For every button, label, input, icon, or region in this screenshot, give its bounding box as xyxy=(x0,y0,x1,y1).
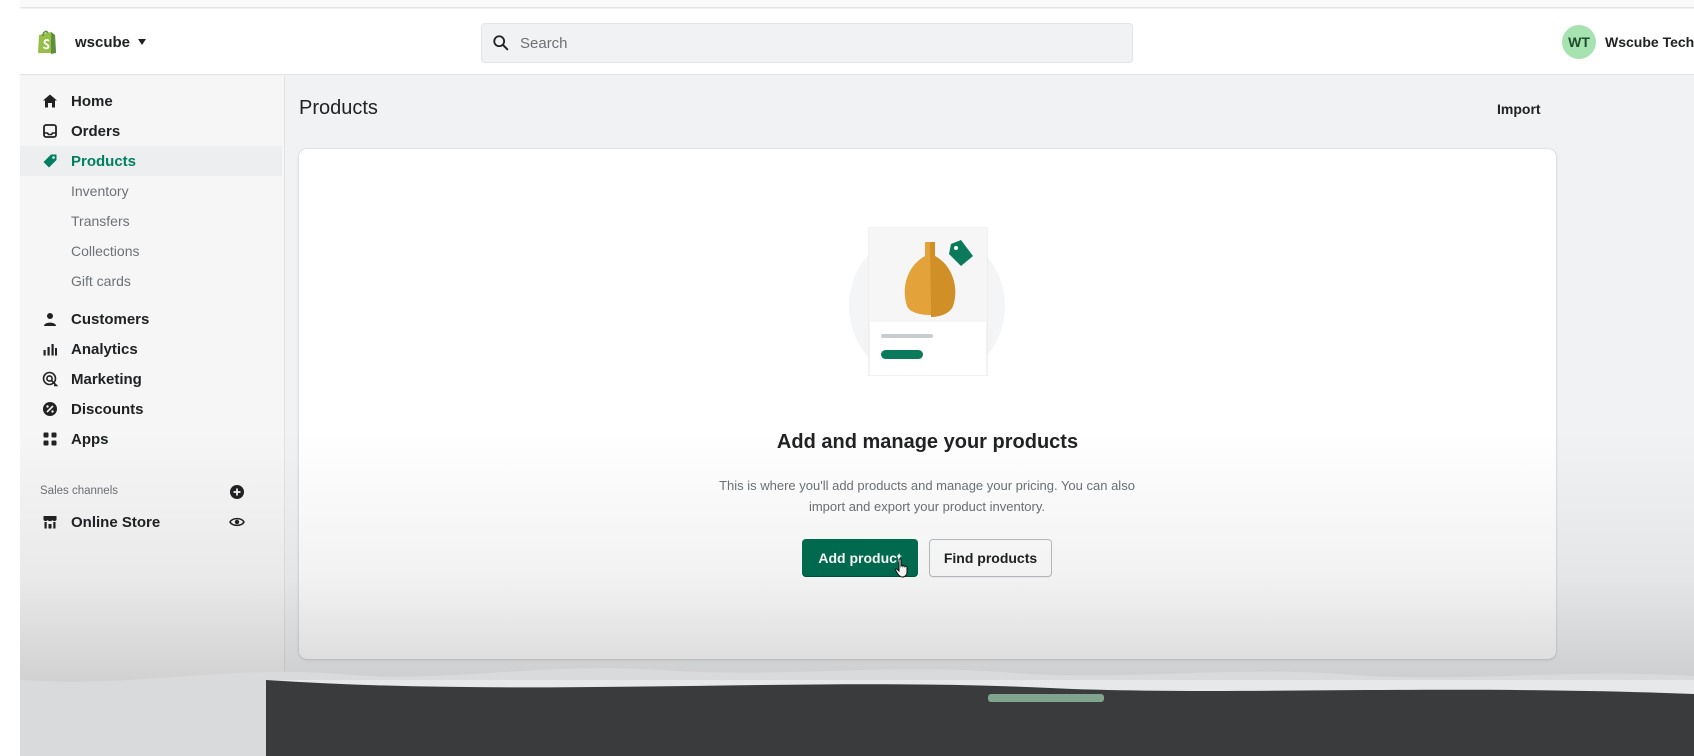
sidebar-item-label: Home xyxy=(71,92,113,110)
store-switcher[interactable]: wscube xyxy=(36,26,147,58)
shopify-logo-icon xyxy=(38,30,56,54)
sidebar-subitem-gift-cards[interactable]: Gift cards xyxy=(20,266,282,296)
sidebar-subitem-label: Inventory xyxy=(71,183,129,199)
tag-icon xyxy=(43,154,57,168)
store-icon xyxy=(43,516,57,529)
search-icon xyxy=(493,35,509,51)
search-input[interactable] xyxy=(520,34,1080,52)
sidebar-item-customers[interactable]: Customers xyxy=(20,304,282,334)
sidebar-subitem-label: Transfers xyxy=(71,213,130,229)
plus-circle-icon xyxy=(230,485,244,499)
target-icon xyxy=(42,371,58,387)
sidebar-item-label: Customers xyxy=(71,310,150,328)
sidebar-subitem-inventory[interactable]: Inventory xyxy=(20,176,282,206)
find-products-button[interactable]: Find products xyxy=(929,539,1052,577)
user-menu[interactable]: WT Wscube Tech xyxy=(1562,25,1694,59)
view-online-store-button[interactable] xyxy=(228,513,246,531)
sidebar-item-home[interactable]: Home xyxy=(20,86,282,116)
sidebar-item-label: Online Store xyxy=(71,513,161,531)
browser-edge xyxy=(20,0,1694,8)
bar-chart-icon xyxy=(43,344,57,356)
home-icon xyxy=(43,94,57,108)
caret-down-icon xyxy=(138,39,147,45)
sidebar-subitem-label: Collections xyxy=(71,243,140,259)
import-button[interactable]: Import xyxy=(1497,101,1541,117)
product-illustration-icon xyxy=(849,227,1005,376)
add-sales-channel-button[interactable] xyxy=(228,483,246,501)
sidebar: Home Orders Products Inventory Transfers… xyxy=(20,76,285,756)
empty-state-title: Add and manage your products xyxy=(776,431,1079,453)
empty-state-card: Add and manage your products This is whe… xyxy=(299,149,1556,659)
apps-icon xyxy=(43,432,57,446)
sidebar-item-marketing[interactable]: Marketing xyxy=(20,364,282,394)
store-name: wscube xyxy=(75,33,131,51)
empty-state-description: This is where you'll add products and ma… xyxy=(719,478,1135,514)
sidebar-item-label: Marketing xyxy=(71,370,142,388)
sidebar-item-analytics[interactable]: Analytics xyxy=(20,334,282,364)
sidebar-subitem-transfers[interactable]: Transfers xyxy=(20,206,282,236)
eye-icon xyxy=(229,517,245,527)
sidebar-item-apps[interactable]: Apps xyxy=(20,424,282,454)
sidebar-item-label: Discounts xyxy=(71,400,144,418)
search-bar[interactable] xyxy=(481,23,1133,63)
page-title: Products xyxy=(299,97,378,119)
sales-channels-heading: Sales channels xyxy=(40,485,118,497)
sidebar-item-products[interactable]: Products xyxy=(20,146,282,176)
sidebar-item-discounts[interactable]: Discounts xyxy=(20,394,282,424)
user-name: Wscube Tech xyxy=(1605,34,1694,50)
top-bar: wscube WT Wscube Tech xyxy=(20,9,1694,75)
orders-icon xyxy=(43,124,57,138)
discount-icon xyxy=(43,402,57,416)
sidebar-item-label: Analytics xyxy=(71,340,138,358)
hand-cursor-icon xyxy=(894,558,908,578)
person-icon xyxy=(44,313,56,326)
avatar: WT xyxy=(1562,25,1596,59)
sidebar-subitem-label: Gift cards xyxy=(71,273,131,289)
sidebar-item-orders[interactable]: Orders xyxy=(20,116,282,146)
sidebar-item-label: Products xyxy=(71,152,137,170)
sidebar-subitem-collections[interactable]: Collections xyxy=(20,236,282,266)
shopify-admin-window: wscube WT Wscube Tech Home Orders Produc… xyxy=(20,0,1694,756)
sidebar-item-label: Orders xyxy=(71,122,121,140)
sidebar-item-label: Apps xyxy=(71,430,109,448)
